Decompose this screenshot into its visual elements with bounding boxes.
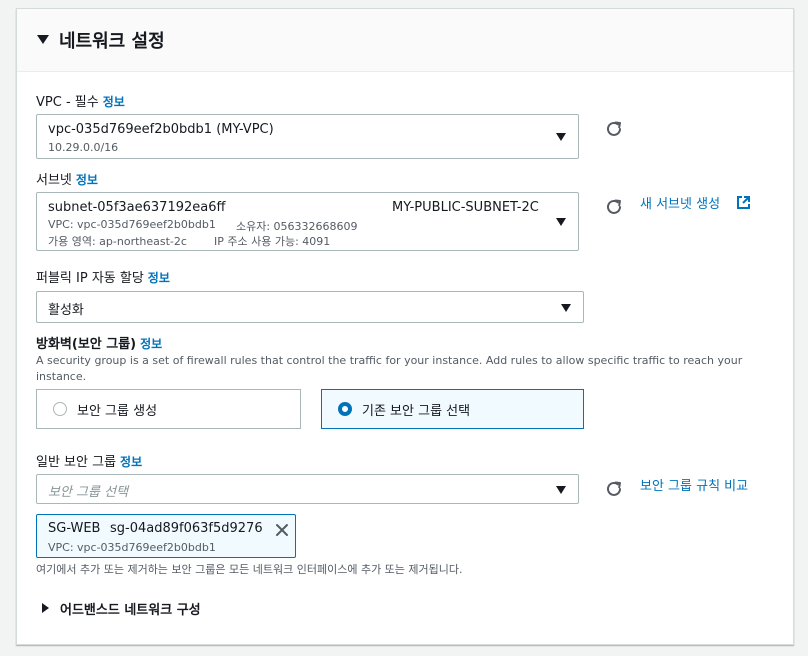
- vpc-label-row: VPC - 필수 정보: [36, 91, 125, 110]
- compare-sg-rules-link[interactable]: 보안 그룹 규칙 비교: [640, 475, 748, 494]
- chevron-down-icon: [556, 218, 566, 226]
- subnet-ip-available: IP 주소 사용 가능: 4091: [214, 235, 331, 248]
- subnet-vpc: VPC: vpc-035d769eef2b0bdb1: [48, 218, 216, 231]
- chevron-down-icon: [561, 304, 571, 312]
- security-group-select[interactable]: 보안 그룹 선택: [36, 474, 579, 504]
- public-ip-label-row: 퍼블릭 IP 자동 할당 정보: [36, 267, 170, 286]
- create-subnet-label: 새 서브넷 생성: [640, 197, 721, 212]
- external-link-icon: [737, 196, 750, 209]
- token-sg-name: SG-WEB: [48, 521, 101, 536]
- vpc-select[interactable]: vpc-035d769eef2b0bdb1 (MY-VPC) 10.29.0.0…: [36, 114, 579, 159]
- common-sg-label: 일반 보안 그룹: [36, 455, 117, 470]
- subnet-info-link[interactable]: 정보: [76, 173, 98, 187]
- advanced-network-toggle[interactable]: 어드밴스드 네트워크 구성: [42, 598, 262, 618]
- refresh-subnet-icon[interactable]: [604, 197, 624, 217]
- chevron-down-icon: [556, 486, 566, 494]
- radio-circle-selected: [338, 402, 352, 416]
- public-ip-select[interactable]: 활성화: [36, 291, 584, 323]
- common-sg-label-row: 일반 보안 그룹 정보: [36, 451, 142, 470]
- firewall-info-link[interactable]: 정보: [140, 337, 162, 351]
- token-sg-id: sg-04ad89f063f5d9276: [110, 521, 263, 536]
- remove-token-close-icon[interactable]: [275, 523, 289, 537]
- subnet-label-row: 서브넷 정보: [36, 169, 98, 188]
- public-ip-label: 퍼블릭 IP 자동 할당: [36, 271, 144, 286]
- radio-existing-label: 기존 보안 그룹 선택: [362, 404, 471, 419]
- firewall-description: A security group is a set of firewall ru…: [36, 354, 743, 383]
- subnet-select[interactable]: subnet-05f3ae637192ea6ff MY-PUBLIC-SUBNE…: [36, 192, 579, 251]
- collapse-caret-icon[interactable]: [37, 35, 49, 44]
- firewall-label-row: 방화벽(보안 그룹) 정보: [36, 333, 162, 352]
- radio-create-security-group[interactable]: 보안 그룹 생성: [36, 389, 301, 429]
- subnet-label: 서브넷: [36, 173, 72, 188]
- subnet-owner: 소유자: 056332668609: [236, 220, 358, 233]
- security-group-placeholder: 보안 그룹 선택: [48, 485, 129, 500]
- refresh-security-groups-icon[interactable]: [604, 479, 624, 499]
- radio-create-label: 보안 그룹 생성: [77, 404, 158, 419]
- vpc-label: VPC - 필수: [36, 95, 99, 110]
- public-ip-value: 활성화: [48, 303, 84, 318]
- radio-circle: [53, 402, 67, 416]
- token-sg-vpc: VPC: vpc-035d769eef2b0bdb1: [48, 541, 216, 554]
- public-ip-info-link[interactable]: 정보: [148, 271, 170, 285]
- advanced-network-label: 어드밴스드 네트워크 구성: [60, 603, 201, 618]
- vpc-select-value: vpc-035d769eef2b0bdb1 (MY-VPC): [48, 122, 274, 137]
- subnet-az: 가용 영역: ap-northeast-2c: [48, 235, 187, 248]
- security-group-hint: 여기에서 추가 또는 제거하는 보안 그룹은 모든 네트워크 인터페이스에 추가…: [36, 563, 463, 576]
- caret-right-icon: [42, 603, 49, 613]
- section-title: 네트워크 설정: [59, 31, 165, 52]
- vpc-cidr: 10.29.0.0/16: [48, 141, 119, 154]
- radio-existing-security-group[interactable]: 기존 보안 그룹 선택: [321, 389, 584, 429]
- chevron-down-icon: [556, 133, 566, 141]
- create-subnet-link[interactable]: 새 서브넷 생성: [640, 193, 750, 212]
- refresh-vpc-icon[interactable]: [604, 119, 624, 139]
- subnet-name: MY-PUBLIC-SUBNET-2C: [392, 200, 539, 215]
- common-sg-info-link[interactable]: 정보: [120, 455, 142, 469]
- panel-header[interactable]: 네트워크 설정: [17, 9, 793, 72]
- security-group-token: SG-WEB sg-04ad89f063f5d9276 VPC: vpc-035…: [36, 514, 296, 558]
- subnet-id: subnet-05f3ae637192ea6ff: [48, 200, 226, 215]
- vpc-info-link[interactable]: 정보: [103, 95, 125, 109]
- firewall-label: 방화벽(보안 그룹): [36, 337, 137, 352]
